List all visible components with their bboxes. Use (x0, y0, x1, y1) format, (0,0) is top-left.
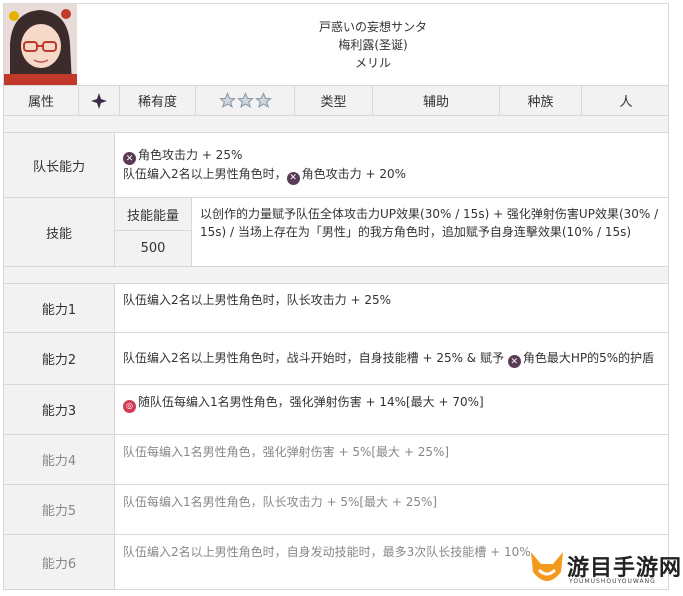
ability-6-text: 队伍编入2名以上男性角色时，自身发动技能时，最多3次队长技能槽 + 10% (123, 545, 531, 559)
attack-type-icon: ✕ (123, 152, 136, 165)
name-japanese: 戸惑いの妄想サンタ (318, 19, 427, 34)
fox-logo-icon (531, 552, 563, 581)
attack-type-icon: ✕ (286, 171, 300, 185)
ability-1-text: 队伍编入2名以上男性角色时，队长攻击力 + 25% (123, 293, 391, 307)
leader-line-2a: 队伍编入2名以上男性角色时， (123, 167, 287, 181)
rarity-star-icon (254, 92, 272, 109)
skill-energy-label: 技能能量 (115, 198, 191, 231)
leader-label: 队长能力 (4, 133, 114, 197)
race-value: 人 (619, 95, 633, 110)
attributes-row: 属性 稀有度 类型 辅助 种族 人 (3, 86, 669, 116)
ability-3-text-cell: ◎ 随队伍每编入1名男性角色，强化弹射伤害 + 14%[最大 + 70%] (115, 385, 668, 434)
ability-4-text: 队伍每编入1名男性角色，强化弹射伤害 + 5%[最大 + 25%] (123, 445, 450, 459)
skill-row: 技能 技能能量 500 以创作的力量赋予队伍全体攻击力UP效果(30% / 15… (3, 198, 669, 267)
leader-line-1: 角色攻击力 + 25% (138, 147, 243, 162)
portrait-image (4, 4, 77, 85)
character-name-block: 戸惑いの妄想サンタ 梅利露(圣诞) メリル (78, 4, 668, 85)
ability-4-label: 能力4 (4, 435, 114, 484)
ability-2-text-a: 队伍编入2名以上男性角色时，战斗开始时，自身技能槽 + 25% & 赋予 (123, 350, 504, 365)
ability-3-text: 随队伍每编入1名男性角色，强化弹射伤害 + 14%[最大 + 70%] (138, 395, 484, 409)
character-portrait (4, 4, 77, 85)
ability-5-text: 队伍每编入1名男性角色，队长攻击力 + 5%[最大 + 25%] (123, 495, 438, 509)
ability-row-4: 能力4 队伍每编入1名男性角色，强化弹射伤害 + 5%[最大 + 25%] (3, 435, 669, 485)
type-value: 辅助 (422, 95, 449, 110)
rarity-stars (196, 86, 294, 115)
ability-5-text-cell: 队伍每编入1名男性角色，队长攻击力 + 5%[最大 + 25%] (115, 485, 668, 534)
skill-energy-value: 500 (115, 231, 191, 266)
leader-text: ✕ 角色攻击力 + 25% 队伍编入2名以上男性角色时， ✕ 角色攻击力 + 20% (115, 133, 668, 197)
ability-2-text-b: 角色最大HP的5%的护盾 (522, 350, 655, 365)
ability-1-label: 能力1 (4, 284, 114, 332)
ability-row-3: 能力3 ◎ 随队伍每编入1名男性角色，强化弹射伤害 + 14%[最大 + 70%] (3, 385, 669, 435)
ability-2-text-cell: 队伍编入2名以上男性角色时，战斗开始时，自身技能槽 + 25% & 赋予 ✕ 角色… (115, 333, 668, 384)
header-row: 戸惑いの妄想サンタ 梅利露(圣诞) メリル (3, 3, 669, 86)
ability-3-label: 能力3 (4, 385, 114, 434)
ability-row-2: 能力2 队伍编入2名以上男性角色时，战斗开始时，自身技能槽 + 25% & 赋予… (3, 333, 669, 385)
leader-line-2b: 角色攻击力 + 20% (301, 167, 406, 181)
race-label: 种族 (527, 95, 554, 110)
spacer-row-2 (3, 267, 669, 284)
attr-icon-cell (79, 86, 119, 115)
star-attribute-icon (91, 92, 107, 109)
ability-5-label: 能力5 (4, 485, 114, 534)
ability-row-5: 能力5 队伍每编入1名男性角色，队长攻击力 + 5%[最大 + 25%] (3, 485, 669, 535)
ability-row-1: 能力1 队伍编入2名以上男性角色时，队长攻击力 + 25% (3, 284, 669, 333)
skill-description: 以创作的力量赋予队伍全体攻击力UP效果(30% / 15s) + 强化弹射伤害U… (192, 198, 668, 266)
site-watermark-logo: 游目手游网 YOUMUSHOUYOUWANG (529, 548, 681, 590)
character-info-table: 戸惑いの妄想サンタ 梅利露(圣诞) メリル 属性 稀有度 类型 辅助 种族 人 … (0, 0, 683, 596)
spacer-row-1 (3, 116, 669, 133)
ability-1-text-cell: 队伍编入2名以上男性角色时，队长攻击力 + 25% (115, 284, 668, 332)
rarity-label: 稀有度 (137, 95, 177, 110)
rarity-star-icon (218, 92, 236, 109)
watermark-subtitle: YOUMUSHOUYOUWANG (569, 578, 656, 585)
ability-6-label: 能力6 (4, 535, 114, 589)
ability-2-label: 能力2 (4, 333, 114, 384)
leader-ability-row: 队长能力 ✕ 角色攻击力 + 25% 队伍编入2名以上男性角色时， ✕ 角色攻击力 +… (3, 133, 669, 198)
attack-type-icon: ✕ (507, 355, 521, 369)
skill-label: 技能 (4, 198, 114, 266)
rarity-star-icon (236, 92, 254, 109)
name-kana: メリル (354, 55, 391, 70)
skill-description-text: 以创作的力量赋予队伍全体攻击力UP效果(30% / 15s) + 强化弹射伤害U… (200, 207, 659, 239)
ability-4-text-cell: 队伍每编入1名男性角色，强化弹射伤害 + 5%[最大 + 25%] (115, 435, 668, 484)
type-label: 类型 (320, 95, 347, 110)
ring-icon: ◎ (123, 399, 136, 413)
name-chinese: 梅利露(圣诞) (338, 37, 408, 52)
attr-label: 属性 (27, 95, 54, 110)
